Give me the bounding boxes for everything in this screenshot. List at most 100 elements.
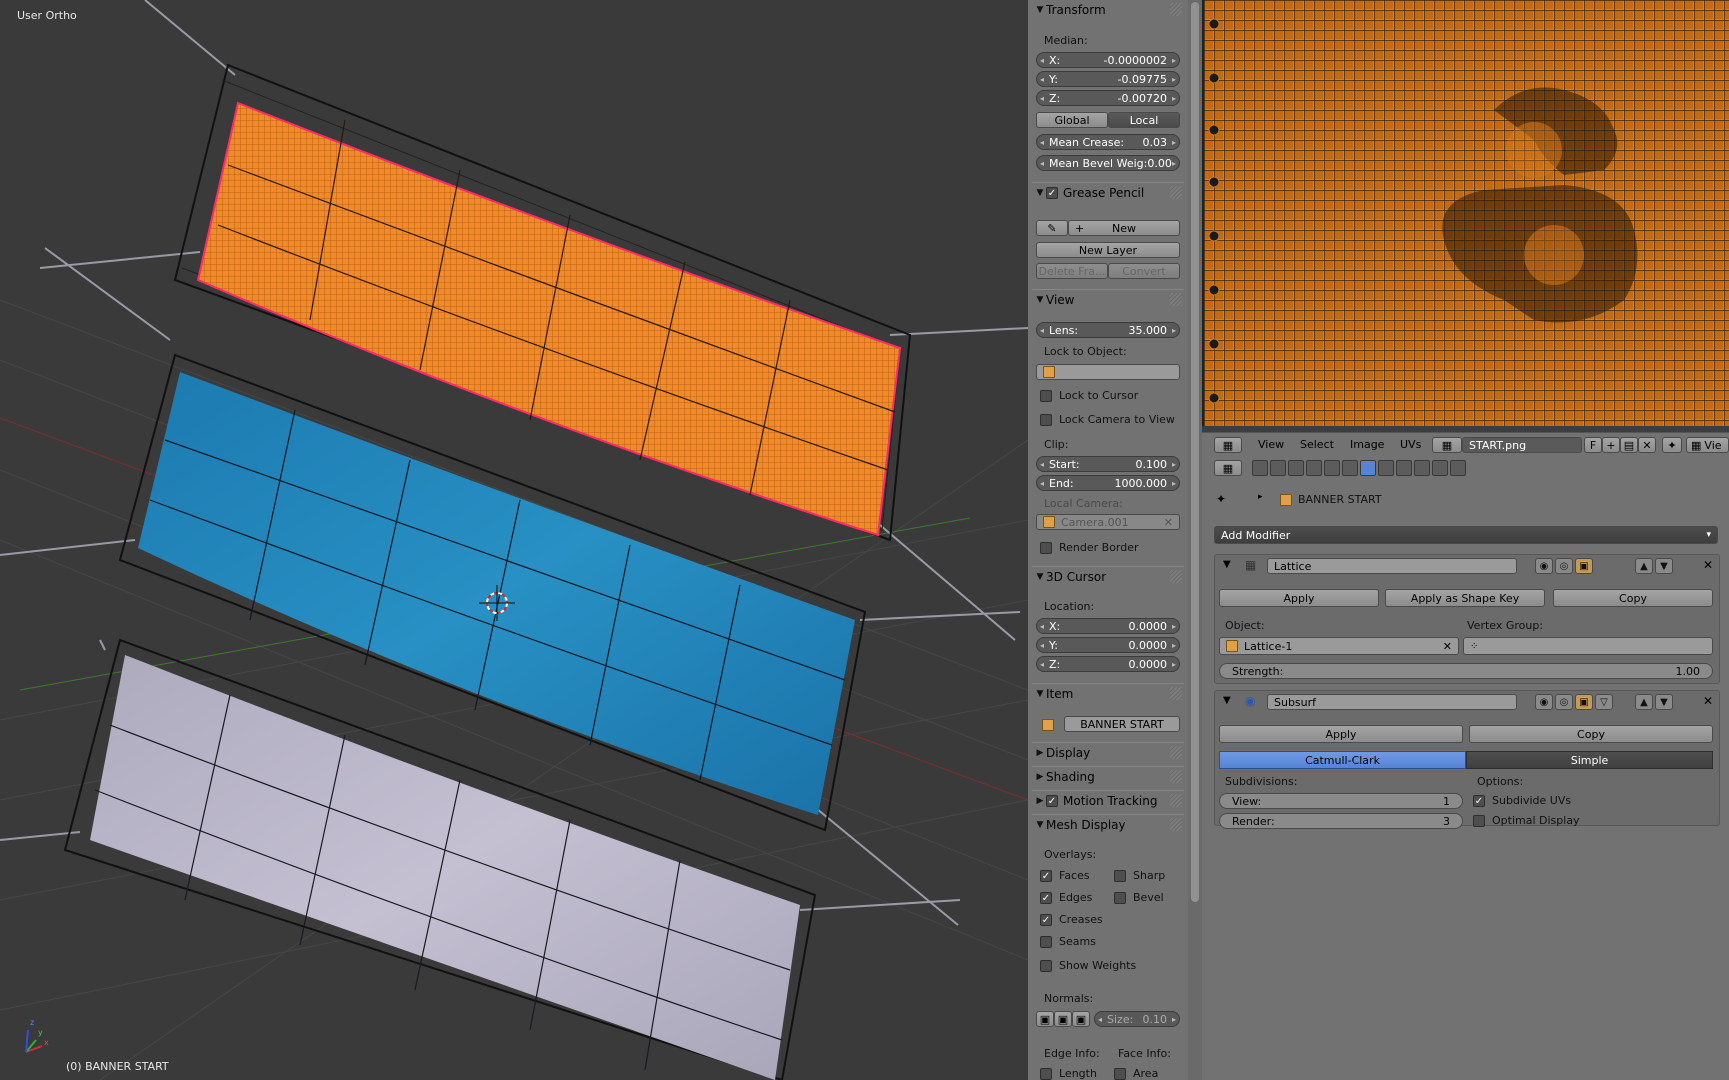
cursor-y-field[interactable]: Y:0.0000 (1036, 637, 1180, 653)
subsurf-copy-button[interactable]: Copy (1469, 725, 1713, 743)
drag-grip-icon[interactable] (1170, 794, 1182, 807)
local-camera-field[interactable]: Camera.001 ✕ (1036, 514, 1180, 530)
area-checkbox[interactable]: Area (1114, 1067, 1158, 1080)
fake-user-button[interactable]: F (1584, 437, 1602, 453)
cursor-z-field[interactable]: Z:0.0000 (1036, 656, 1180, 672)
particles-tab-icon[interactable] (1432, 460, 1448, 476)
object-tab-icon[interactable] (1324, 460, 1340, 476)
world-tab-icon[interactable] (1306, 460, 1322, 476)
mesh-display-panel-header[interactable]: ▼ Mesh Display (1032, 814, 1184, 835)
drag-grip-icon[interactable] (1170, 293, 1182, 306)
mean-crease-field[interactable]: Mean Crease:0.03 (1036, 134, 1180, 150)
drag-grip-icon[interactable] (1170, 770, 1182, 783)
edges-checkbox[interactable]: ✓ Edges (1040, 891, 1092, 904)
render-border-checkbox[interactable]: Render Border (1040, 541, 1139, 554)
select-menu[interactable]: Select (1300, 438, 1334, 451)
median-x-field[interactable]: X:-0.0000002 (1036, 52, 1180, 68)
cage-toggle-icon[interactable]: ▽ (1595, 694, 1613, 710)
normal-size-field[interactable]: Size:0.10 (1094, 1011, 1180, 1027)
lattice-object-field[interactable]: Lattice-1 ✕ (1219, 637, 1459, 655)
cursor-panel-header[interactable]: ▼ 3D Cursor (1032, 566, 1184, 587)
physics-tab-icon[interactable] (1450, 460, 1466, 476)
clear-icon[interactable]: ✕ (1164, 516, 1173, 529)
drag-grip-icon[interactable] (1170, 818, 1182, 831)
image-menu[interactable]: Image (1350, 438, 1384, 451)
lock-object-field[interactable] (1036, 364, 1180, 380)
render-tab-icon[interactable] (1252, 460, 1268, 476)
properties-editor-type-icon[interactable]: ▦ (1214, 460, 1242, 476)
display-panel-header[interactable]: ▶ Display (1032, 742, 1184, 763)
move-down-icon[interactable]: ▼ (1655, 558, 1673, 574)
lattice-name-field[interactable]: Lattice (1267, 558, 1517, 574)
transform-panel-header[interactable]: ▼ Transform (1032, 0, 1184, 20)
grease-pencil-checkbox[interactable]: ✓ (1046, 187, 1058, 199)
faces-checkbox[interactable]: ✓ Faces (1040, 869, 1090, 882)
editmode-toggle-icon[interactable]: ▣ (1575, 694, 1593, 710)
lattice-copy-button[interactable]: Copy (1553, 589, 1713, 607)
vertex-normals-icon[interactable]: ▣ (1036, 1011, 1054, 1027)
loop-normals-icon[interactable]: ▣ (1054, 1011, 1072, 1027)
face-normals-icon[interactable]: ▣ (1072, 1011, 1090, 1027)
catmull-clark-toggle[interactable]: Catmull-Clark (1219, 751, 1466, 769)
lattice-strength-slider[interactable]: Strength: 1.00 (1219, 663, 1713, 679)
clip-end-field[interactable]: End:1000.000 (1036, 475, 1180, 491)
scene-tab-icon[interactable] (1288, 460, 1304, 476)
sharp-checkbox[interactable]: Sharp (1114, 869, 1165, 882)
item-panel-header[interactable]: ▼ Item (1032, 683, 1184, 704)
clip-start-field[interactable]: Start:0.100 (1036, 456, 1180, 472)
render-toggle-icon[interactable]: ◉ (1535, 558, 1553, 574)
constraints-tab-icon[interactable] (1342, 460, 1358, 476)
remove-modifier-icon[interactable]: ✕ (1703, 694, 1713, 708)
editor-type-icon[interactable]: ▦ (1214, 437, 1242, 453)
scrollbar-thumb[interactable] (1191, 2, 1199, 902)
move-down-icon[interactable]: ▼ (1655, 694, 1673, 710)
viewport-toggle-icon[interactable]: ◎ (1555, 694, 1573, 710)
new-layer-button[interactable]: New Layer (1036, 242, 1180, 258)
image-name-field[interactable]: START.png (1462, 437, 1582, 453)
remove-modifier-icon[interactable]: ✕ (1703, 558, 1713, 572)
pin-icon[interactable]: ✦ (1662, 437, 1682, 453)
move-up-icon[interactable]: ▲ (1635, 694, 1653, 710)
drag-grip-icon[interactable] (1170, 186, 1182, 199)
view-menu[interactable]: View (1258, 438, 1284, 451)
mean-bevel-field[interactable]: Mean Bevel Weig:0.00 (1036, 155, 1180, 171)
grease-new-button[interactable]: + New (1068, 220, 1180, 236)
open-image-icon[interactable]: ▤ (1620, 437, 1638, 453)
simple-toggle[interactable]: Simple (1466, 751, 1713, 769)
length-checkbox[interactable]: Length (1040, 1067, 1097, 1080)
pencil-icon[interactable]: ✎ (1036, 220, 1068, 236)
pin-icon[interactable]: ✦ (1216, 492, 1226, 506)
unlink-image-icon[interactable]: ✕ (1638, 437, 1656, 453)
local-toggle[interactable]: Local (1108, 112, 1180, 128)
vertex-group-field[interactable]: ⁘ (1463, 637, 1713, 655)
subsurf-view-levels[interactable]: View: 1 (1219, 793, 1463, 809)
seams-checkbox[interactable]: Seams (1040, 935, 1096, 948)
subsurf-name-field[interactable]: Subsurf (1267, 694, 1517, 710)
creases-checkbox[interactable]: ✓ Creases (1040, 913, 1103, 926)
drag-grip-icon[interactable] (1170, 3, 1182, 16)
texture-tab-icon[interactable] (1414, 460, 1430, 476)
editmode-toggle-icon[interactable]: ▣ (1575, 558, 1593, 574)
clear-icon[interactable]: ✕ (1443, 640, 1452, 653)
collapse-icon[interactable]: ▼ (1223, 695, 1231, 706)
viewport-toggle-icon[interactable]: ◎ (1555, 558, 1573, 574)
uvs-menu[interactable]: UVs (1400, 438, 1421, 451)
median-z-field[interactable]: Z:-0.00720 (1036, 90, 1180, 106)
view-mode-selector[interactable]: ▦ Vie (1686, 437, 1729, 453)
add-modifier-dropdown[interactable]: Add Modifier ▾ (1214, 526, 1718, 544)
subsurf-render-levels[interactable]: Render: 3 (1219, 813, 1463, 829)
motion-tracking-panel-header[interactable]: ▶ ✓ Motion Tracking (1032, 790, 1184, 811)
global-toggle[interactable]: Global (1036, 112, 1108, 128)
view-panel-header[interactable]: ▼ View (1032, 289, 1184, 310)
shelf-scrollbar[interactable] (1188, 0, 1202, 1080)
lock-to-cursor-checkbox[interactable]: Lock to Cursor (1040, 389, 1138, 402)
bevel-checkbox[interactable]: Bevel (1114, 891, 1164, 904)
delete-frame-button[interactable]: Delete Fra... (1036, 263, 1108, 279)
cursor-x-field[interactable]: X:0.0000 (1036, 618, 1180, 634)
optimal-display-checkbox[interactable]: Optimal Display (1473, 814, 1580, 827)
3d-viewport[interactable]: User Ortho x y z (0) BANNER START (0, 0, 1028, 1080)
render-toggle-icon[interactable]: ◉ (1535, 694, 1553, 710)
shading-panel-header[interactable]: ▶ Shading (1032, 766, 1184, 787)
uv-image-editor[interactable] (1202, 0, 1729, 426)
collapse-icon[interactable]: ▼ (1223, 559, 1231, 570)
